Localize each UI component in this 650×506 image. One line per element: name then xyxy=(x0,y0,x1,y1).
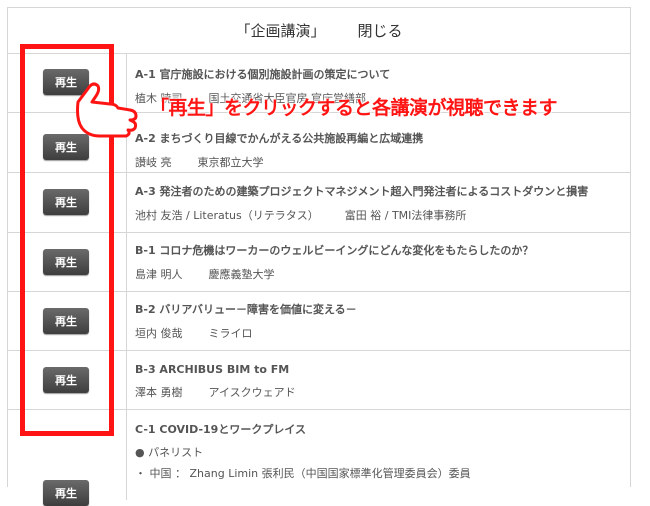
session-info: B-1 コロナ危機はワーカーのウェルビーイングにどんな変化をもたらしたのか？ 島… xyxy=(135,242,624,282)
session-row: 再生 B-2 バリアバリュー－障害を価値に変える－ 垣内 俊哉 ミライロ xyxy=(8,292,630,351)
speaker-org: 慶應義塾大学 xyxy=(208,268,275,281)
play-cell: 再生 xyxy=(8,410,127,506)
speaker-name: 島津 明人 xyxy=(135,268,183,281)
play-button[interactable]: 再生 xyxy=(43,367,89,393)
panelist-label: ● パネリスト xyxy=(135,446,204,459)
play-button[interactable]: 再生 xyxy=(43,189,89,215)
session-speaker: 讃岐 亮 東京都立大学 xyxy=(135,154,624,170)
play-cell: 再生 xyxy=(8,233,127,291)
session-title: A-1 官庁施設における個別施設計画の策定について xyxy=(135,68,391,81)
session-title: A-2 まちづくり目線でかんがえる公共施設再編と広域連携 xyxy=(135,132,424,145)
play-cell: 再生 xyxy=(8,173,127,232)
speaker-org: アイスクウェアド xyxy=(208,386,296,399)
play-button[interactable]: 再生 xyxy=(43,480,89,506)
instruction-callout: 「再生」をクリックすると各講演が視聴できます xyxy=(150,97,558,119)
session-info: A-3 発注者のための建築プロジェクトマネジメント超入門発注者によるコストダウン… xyxy=(135,183,624,223)
speaker-org: 富田 裕 / TMI法律事務所 xyxy=(344,209,467,222)
session-title: B-3 ARCHIBUS BIM to FM xyxy=(135,363,290,376)
hand-pointer-icon xyxy=(76,82,138,138)
session-title: C-1 COVID-19とワークプレイス xyxy=(135,423,306,436)
session-speaker: 島津 明人 慶應義塾大学 xyxy=(135,266,624,282)
session-info: A-2 まちづくり目線でかんがえる公共施設再編と広域連携 讃岐 亮 東京都立大学 xyxy=(135,130,624,170)
session-title: A-3 発注者のための建築プロジェクトマネジメント超入門発注者によるコストダウン… xyxy=(135,185,589,198)
play-cell: 再生 xyxy=(8,351,127,409)
speaker-name: 讃岐 亮 xyxy=(135,156,172,169)
session-speaker: 池村 友浩 / Literatus（リテラタス） 富田 裕 / TMI法律事務所 xyxy=(135,207,624,223)
page-title: 「企画講演」 xyxy=(235,22,326,40)
session-info: C-1 COVID-19とワークプレイス ● パネリスト ・ 中国 ： Zhan… xyxy=(135,421,624,481)
session-title: B-2 バリアバリュー－障害を価値に変える－ xyxy=(135,303,357,316)
session-info: B-3 ARCHIBUS BIM to FM 澤本 勇樹 アイスクウェアド xyxy=(135,363,624,400)
session-row: 再生 B-3 ARCHIBUS BIM to FM 澤本 勇樹 アイスクウェアド xyxy=(8,351,630,410)
speaker-name: 池村 友浩 / Literatus（リテラタス） xyxy=(135,209,319,222)
speaker-name: 垣内 俊哉 xyxy=(135,327,183,340)
session-speaker: 澤本 勇樹 アイスクウェアド xyxy=(135,384,624,400)
lecture-panel: 「企画講演」 閉じる 再生 A-1 官庁施設における個別施設計画の策定について … xyxy=(7,7,631,506)
session-info: B-2 バリアバリュー－障害を価値に変える－ 垣内 俊哉 ミライロ xyxy=(135,301,624,341)
session-row: 再生 C-1 COVID-19とワークプレイス ● パネリスト ・ 中国 ： Z… xyxy=(8,410,630,506)
play-button[interactable]: 再生 xyxy=(43,308,89,334)
speaker-org: 東京都立大学 xyxy=(197,156,264,169)
session-row: 再生 A-3 発注者のための建築プロジェクトマネジメント超入門発注者によるコスト… xyxy=(8,173,630,233)
speaker-name: 澤本 勇樹 xyxy=(135,386,183,399)
play-button[interactable]: 再生 xyxy=(43,249,89,275)
session-speaker: 垣内 俊哉 ミライロ xyxy=(135,325,624,341)
panelist-item: ・ 中国 ： Zhang Limin 張利民（中国国家標準化管理委員会）委員 xyxy=(135,467,471,480)
speaker-org: ミライロ xyxy=(208,327,253,340)
panel-header: 「企画講演」 閉じる xyxy=(8,8,630,54)
session-title: B-1 コロナ危機はワーカーのウェルビーイングにどんな変化をもたらしたのか？ xyxy=(135,244,534,257)
session-row: 再生 B-1 コロナ危機はワーカーのウェルビーイングにどんな変化をもたらしたのか… xyxy=(8,233,630,292)
play-cell: 再生 xyxy=(8,292,127,350)
close-button[interactable]: 閉じる xyxy=(358,20,403,41)
